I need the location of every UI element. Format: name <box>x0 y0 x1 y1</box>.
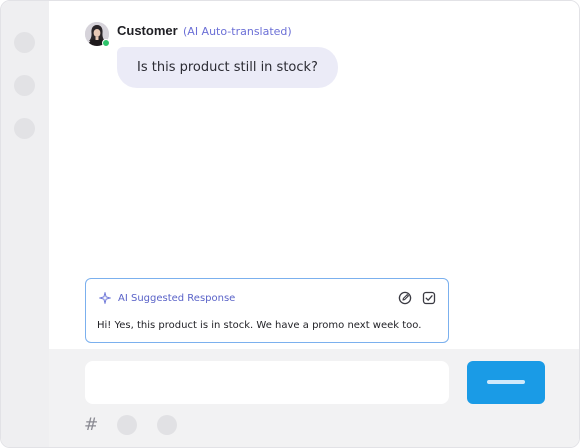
auto-translated-tag: (AI Auto-translated) <box>183 25 292 38</box>
accept-icon[interactable] <box>422 291 436 305</box>
ai-suggestion-text: Hi! Yes, this product is in stock. We ha… <box>97 320 422 331</box>
online-status-indicator <box>102 39 110 47</box>
customer-message-text: Is this product still in stock? <box>137 60 318 75</box>
ai-suggestion-title: AI Suggested Response <box>118 293 236 304</box>
composer-tool-1[interactable] <box>117 415 137 435</box>
ai-suggested-response-card[interactable]: AI Suggested Response Hi! Yes, this prod… <box>85 278 449 343</box>
hash-icon[interactable]: # <box>84 415 98 435</box>
left-sidebar <box>1 1 49 447</box>
sidebar-nav-item-1[interactable] <box>14 32 35 53</box>
customer-message-bubble: Is this product still in stock? <box>117 47 338 88</box>
edit-icon[interactable] <box>398 291 412 305</box>
composer-tool-2[interactable] <box>157 415 177 435</box>
chat-window: Customer (AI Auto-translated) Is this pr… <box>0 0 580 448</box>
send-button-label-placeholder <box>487 380 525 384</box>
sidebar-nav-item-2[interactable] <box>14 75 35 96</box>
sparkle-icon <box>99 292 111 304</box>
message-input[interactable] <box>85 361 449 404</box>
sidebar-nav-item-3[interactable] <box>14 118 35 139</box>
send-button[interactable] <box>467 361 545 404</box>
sender-name: Customer <box>117 23 178 38</box>
